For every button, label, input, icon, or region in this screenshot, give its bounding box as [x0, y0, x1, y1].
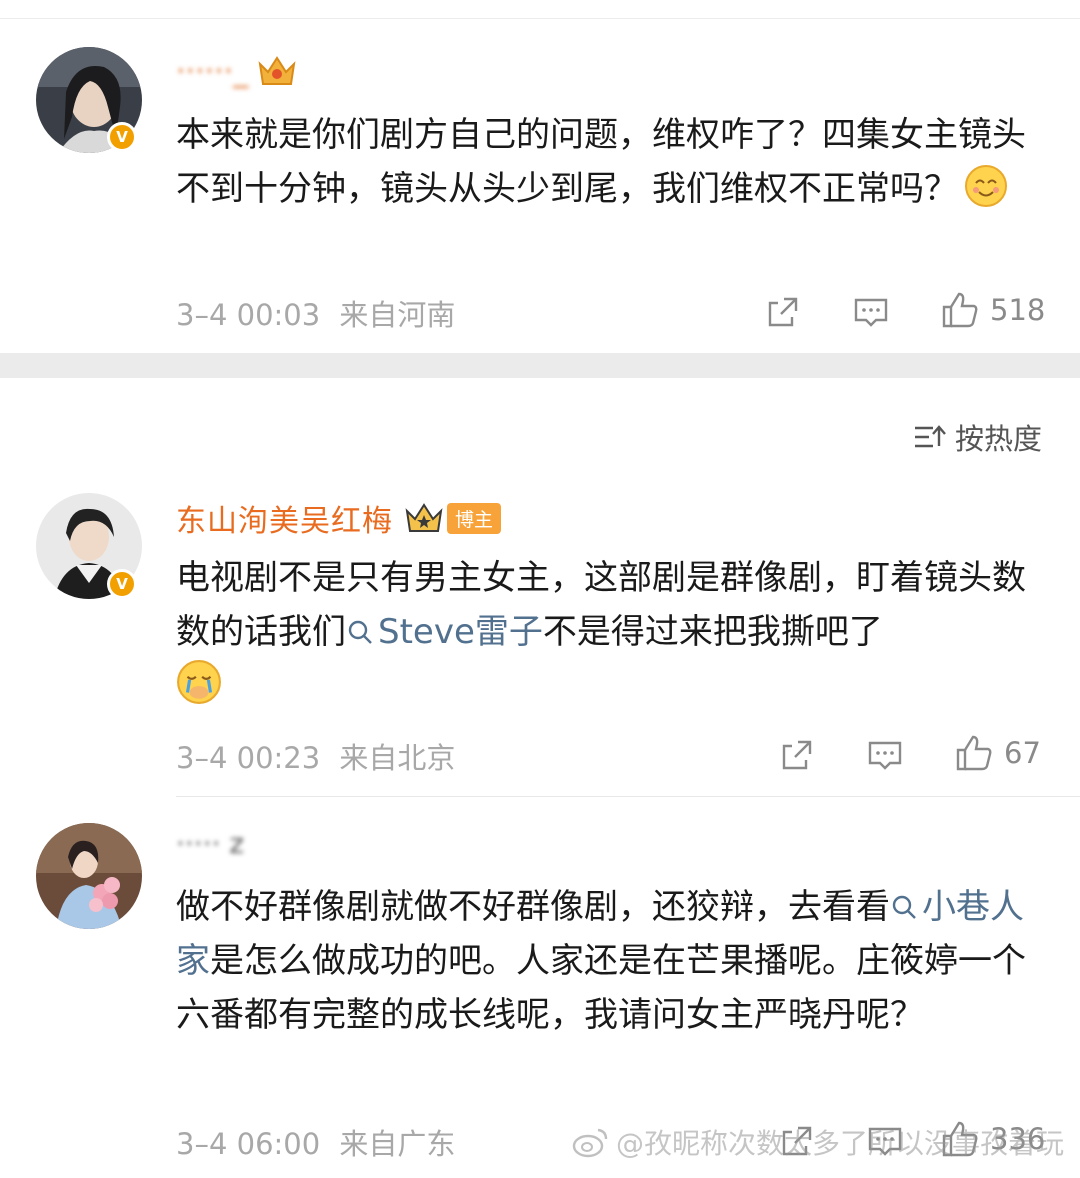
comment-icon — [868, 741, 902, 770]
comment-time: 3–4 00:23 — [176, 741, 321, 775]
comment-text: 本来就是你们剧方自己的问题，维权咋了？四集女主镜头不到十分钟，镜头从头少到尾，我… — [176, 115, 1026, 209]
sort-icon — [914, 425, 946, 448]
topic-link[interactable]: Steve雷子 — [346, 612, 543, 652]
sort-toggle[interactable]: 按热度 — [913, 416, 1042, 458]
blogger-badge: 博主 — [447, 502, 502, 534]
share-button[interactable] — [764, 292, 802, 332]
comment-time: 3–4 06:00 — [176, 1127, 321, 1161]
comment-location: 来自北京 — [339, 741, 456, 775]
verified-icon: V — [107, 569, 137, 599]
comment-text: 电视剧不是只有男主女主，这部剧是群像剧，盯着镜头数数的话我们 Steve雷子不是得… — [176, 551, 1046, 713]
reply-button[interactable] — [852, 292, 890, 332]
username-text: 东山洵美吴红梅 — [176, 504, 393, 539]
like-count: 67 — [1004, 736, 1041, 770]
weibo-logo-icon — [572, 1128, 608, 1158]
comment-icon — [854, 298, 888, 327]
search-icon — [892, 895, 916, 919]
thumbs-up-icon — [942, 292, 978, 328]
verified-icon: V — [107, 122, 137, 152]
section-gap — [0, 353, 1080, 378]
crown-icon — [405, 503, 443, 532]
username-text: ······_ — [176, 53, 249, 89]
like-count: 518 — [990, 293, 1046, 327]
comment-location: 来自广东 — [339, 1127, 456, 1161]
reply-button[interactable] — [866, 735, 904, 775]
thumbs-up-icon — [956, 735, 992, 771]
username[interactable]: 东山洵美吴红梅 博主 — [176, 497, 502, 539]
comment-location: 来自河南 — [339, 298, 456, 332]
share-button[interactable] — [778, 735, 816, 775]
username[interactable]: ······_ — [176, 50, 298, 92]
username-text: ····· z — [176, 826, 245, 860]
search-icon — [348, 620, 372, 644]
avatar[interactable] — [36, 823, 142, 929]
username[interactable]: ····· z — [176, 822, 244, 864]
share-icon — [782, 740, 812, 770]
smile-emoji-icon — [965, 165, 1007, 207]
watermark-text: @孜昵称次数太多了所以没事孜着玩 — [616, 1127, 1065, 1160]
watermark: @孜昵称次数太多了所以没事孜着玩 — [572, 1122, 1064, 1162]
reply-divider — [176, 796, 1080, 797]
share-icon — [768, 297, 798, 327]
like-button[interactable]: 518 — [940, 290, 1045, 330]
comment-meta: 3–4 06:00 来自广东 — [176, 1121, 455, 1163]
comment-meta: 3–4 00:23 来自北京 — [176, 735, 455, 777]
comment-meta: 3–4 00:03 来自河南 — [176, 292, 455, 334]
comment-time: 3–4 00:03 — [176, 298, 321, 332]
crown-icon — [258, 56, 296, 85]
comment-text: 做不好群像剧就做不好群像剧，还狡辩，去看看 小巷人家是怎么做成功的吧。人家还是在芒… — [176, 887, 1026, 1035]
sort-label: 按热度 — [954, 422, 1042, 456]
like-button[interactable]: 67 — [954, 733, 1041, 773]
top-divider — [0, 18, 1080, 19]
cry-emoji-icon — [177, 660, 221, 704]
